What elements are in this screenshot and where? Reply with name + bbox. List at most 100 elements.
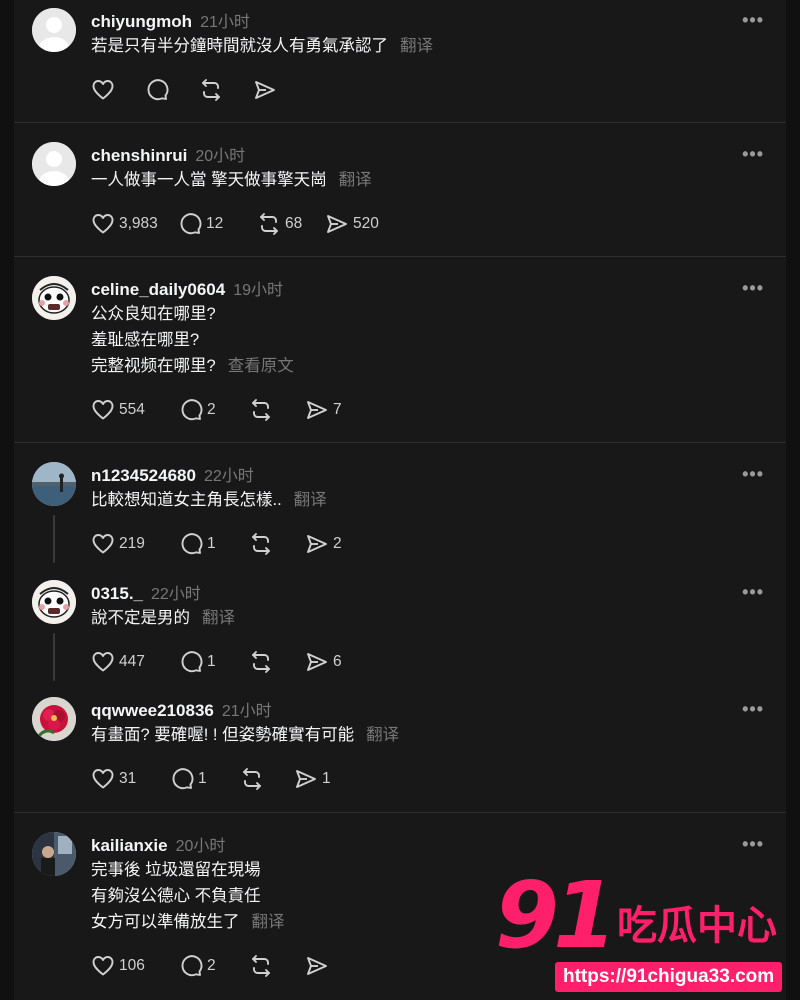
repost-icon [202, 79, 220, 101]
comment-header: 0315._ 22小时 [91, 580, 201, 604]
avatar[interactable] [32, 832, 76, 876]
comment-icon [147, 79, 169, 101]
avatar[interactable] [32, 697, 76, 741]
share-button[interactable]: 1 [294, 767, 354, 791]
username[interactable]: 0315._ [91, 584, 143, 603]
view-original-link[interactable]: 查看原文 [228, 357, 294, 375]
watermark-number: 91 [495, 862, 617, 969]
like-count: 106 [119, 957, 145, 974]
comment-line: 完事後 垃圾還留在現場 [91, 861, 261, 879]
repost-button[interactable]: 68 [257, 212, 325, 236]
comment-header: qqwwee210836 21小时 [91, 697, 272, 721]
like-button[interactable]: 554 [91, 398, 179, 422]
reply-count: 1 [207, 653, 216, 670]
more-options-icon[interactable]: ••• [742, 583, 764, 601]
avatar[interactable] [32, 462, 76, 506]
like-button[interactable]: 219 [91, 532, 179, 556]
timestamp: 21小时 [200, 14, 250, 31]
repost-button[interactable] [249, 398, 305, 422]
divider [14, 812, 786, 813]
translate-link[interactable]: 翻译 [202, 609, 235, 627]
share-icon [296, 770, 316, 788]
share-button[interactable]: 7 [305, 398, 365, 422]
translate-link[interactable]: 翻译 [294, 491, 327, 509]
translate-link[interactable]: 翻译 [366, 726, 399, 744]
comment-header: celine_daily0604 19小时 [91, 276, 283, 300]
comment-text: 若是只有半分鐘時間就沒人有勇氣承認了 翻译 [91, 33, 433, 59]
heart-icon [92, 652, 114, 672]
username[interactable]: celine_daily0604 [91, 280, 225, 299]
like-button[interactable]: 31 [91, 767, 170, 791]
username[interactable]: qqwwee210836 [91, 701, 214, 720]
username[interactable]: chenshinrui [91, 146, 187, 165]
comment-line: 有畫面? 要確喔! ! 但姿勢確實有可能 [91, 726, 355, 744]
repost-button[interactable] [249, 650, 305, 674]
comment-header: n1234524680 22小时 [91, 462, 254, 486]
repost-icon [252, 651, 270, 673]
comment-line: 一人做事一人當 擎天做事擎天崗 [91, 171, 327, 189]
more-options-icon[interactable]: ••• [742, 700, 764, 718]
more-options-icon[interactable]: ••• [742, 11, 764, 29]
comment-line: 說不定是男的 [91, 609, 190, 627]
avatar[interactable] [32, 142, 76, 186]
comment-line: 公众良知在哪里? [91, 305, 216, 323]
share-icon [307, 535, 327, 553]
more-options-icon[interactable]: ••• [742, 145, 764, 163]
share-icon [255, 81, 275, 99]
repost-button[interactable] [249, 954, 305, 978]
reply-button[interactable]: 12 [178, 212, 257, 236]
like-button[interactable]: 3,983 [91, 212, 178, 236]
like-count: 447 [119, 653, 145, 670]
reply-button[interactable]: 1 [179, 650, 249, 674]
username[interactable]: n1234524680 [91, 466, 196, 485]
reply-button[interactable]: 1 [179, 532, 249, 556]
timestamp: 19小时 [233, 282, 284, 299]
share-count: 6 [333, 653, 342, 670]
comment-icon [181, 399, 203, 421]
repost-icon [260, 213, 278, 235]
reply-button[interactable]: 2 [179, 954, 249, 978]
like-button[interactable] [91, 78, 145, 102]
action-bar: 554 2 7 [91, 396, 365, 424]
comment-text: 比較想知道女主角長怎樣.. 翻译 [91, 487, 327, 513]
share-button[interactable]: 520 [325, 212, 395, 236]
repost-button[interactable] [199, 78, 253, 102]
more-options-icon[interactable]: ••• [742, 465, 764, 483]
translate-link[interactable]: 翻译 [400, 37, 433, 55]
timestamp: 21小时 [221, 703, 272, 720]
share-button[interactable]: 2 [305, 532, 365, 556]
username[interactable]: chiyungmoh [91, 12, 192, 31]
avatar[interactable] [32, 8, 76, 52]
reply-button[interactable]: 2 [179, 398, 249, 422]
share-count: 1 [322, 770, 331, 787]
repost-button[interactable] [240, 767, 294, 791]
reply-button[interactable]: 1 [170, 767, 240, 791]
reply-count: 1 [207, 535, 216, 552]
share-button[interactable]: 6 [305, 650, 365, 674]
share-icon [307, 653, 327, 671]
comment-line: 比較想知道女主角長怎樣.. [91, 491, 282, 509]
comment-feed[interactable]: chiyungmoh 21小时 ••• 若是只有半分鐘時間就沒人有勇氣承認了 翻译 [14, 0, 786, 1000]
reply-count: 1 [198, 770, 207, 787]
username[interactable]: kailianxie [91, 836, 168, 855]
avatar[interactable] [32, 276, 76, 320]
repost-icon [243, 768, 261, 790]
more-options-icon[interactable]: ••• [742, 279, 764, 297]
share-button[interactable] [305, 954, 359, 978]
like-count: 554 [119, 401, 145, 418]
heart-icon [92, 769, 114, 789]
avatar[interactable] [32, 580, 76, 624]
reply-button[interactable] [145, 78, 199, 102]
heart-icon [92, 80, 114, 100]
repost-icon [252, 399, 270, 421]
like-button[interactable]: 106 [91, 954, 179, 978]
more-options-icon[interactable]: ••• [742, 835, 764, 853]
divider [14, 122, 786, 123]
translate-link[interactable]: 翻译 [339, 171, 372, 189]
repost-button[interactable] [249, 532, 305, 556]
share-button[interactable] [253, 78, 307, 102]
repost-icon [252, 533, 270, 555]
translate-link[interactable]: 翻译 [252, 913, 285, 931]
comment-line: 有夠沒公德心 不負責任 [91, 887, 261, 905]
like-button[interactable]: 447 [91, 650, 179, 674]
